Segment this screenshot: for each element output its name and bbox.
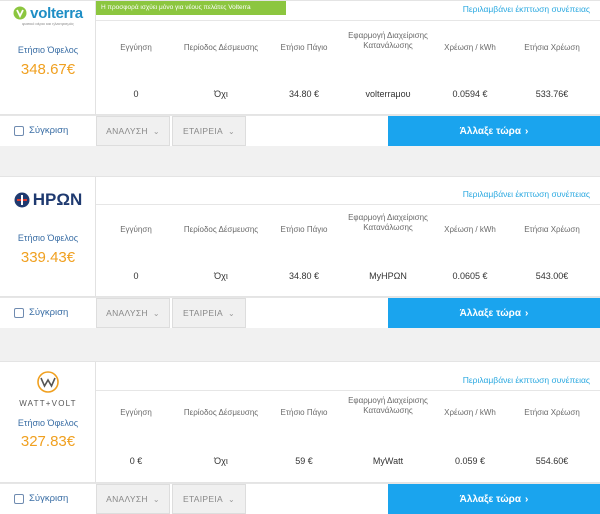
- col-header-fixed-fee: Ετήσιο Πάγιο: [280, 408, 328, 417]
- compare-label: Σύγκριση: [29, 493, 69, 504]
- col-header-commitment: Περίοδος Δέσμευσης: [183, 408, 259, 417]
- col-header-app: Εφαρμογή Διαχείρισης Κατανάλωσης: [348, 213, 428, 232]
- logo-text: WATT+VOLT: [19, 399, 77, 408]
- value-annual-charge: 533.76€: [535, 89, 569, 99]
- value-guarantee: 0 €: [129, 456, 143, 466]
- chevron-down-icon: ⌄: [228, 308, 236, 318]
- switch-now-button[interactable]: Άλλαξε τώρα ›: [388, 298, 600, 328]
- chevron-down-icon: ⌄: [152, 308, 160, 318]
- value-fixed-fee: 34.80 €: [288, 89, 320, 99]
- chevron-down-icon: ⌄: [228, 494, 236, 504]
- logo-text: ΗΡΩΝ: [32, 190, 83, 209]
- discount-note: Περιλαμβάνει έκπτωση συνέπειας: [462, 189, 590, 199]
- value-commitment: Όχι: [214, 271, 228, 281]
- chevron-down-icon: ⌄: [152, 126, 160, 136]
- value-kwh-charge: 0.0594 €: [452, 89, 488, 99]
- arrow-right-icon: ›: [524, 307, 529, 319]
- switch-now-button[interactable]: Άλλαξε τώρα ›: [388, 484, 600, 514]
- value-annual-charge: 543.00€: [535, 271, 569, 281]
- benefit-value: 327.83€: [20, 433, 76, 450]
- offer-details: Περιλαμβάνει έκπτωση συνέπειας Εγγύηση Π…: [96, 362, 600, 484]
- offer-details: Περιλαμβάνει έκπτωση συνέπειας Εγγύηση Π…: [96, 177, 600, 298]
- arrow-right-icon: ›: [524, 125, 529, 137]
- offer-footer: Σύγκριση ΑΝΑΛΥΣΗ ⌄ ΕΤΑΙΡΕΙΑ ⌄ Άλλαξε τώρα ›: [0, 483, 600, 514]
- offer-summary: WATT+VOLT Ετήσιο Όφελος 327.83€: [0, 362, 96, 484]
- compare-label: Σύγκριση: [29, 307, 69, 318]
- col-header-commitment: Περίοδος Δέσμευσης: [183, 43, 259, 52]
- col-header-guarantee: Εγγύηση: [120, 408, 152, 417]
- offer-summary: ΗΡΩΝ Ετήσιο Όφελος 339.43€: [0, 177, 96, 298]
- company-dropdown[interactable]: ΕΤΑΙΡΕΙΑ ⌄: [172, 298, 246, 328]
- heron-mark-icon: [14, 192, 30, 208]
- value-app: volterraμου: [365, 89, 411, 99]
- value-app: MyWatt: [372, 456, 404, 466]
- value-fixed-fee: 59 €: [295, 456, 313, 466]
- col-header-app: Εφαρμογή Διαχείρισης Κατανάλωσης: [348, 396, 428, 415]
- arrow-right-icon: ›: [524, 493, 529, 505]
- offer-footer: Σύγκριση ΑΝΑΛΥΣΗ ⌄ ΕΤΑΙΡΕΙΑ ⌄ Άλλαξε τώρα ›: [0, 115, 600, 146]
- volterra-mark-icon: [13, 6, 27, 20]
- col-header-annual-charge: Ετήσια Χρέωση: [524, 225, 580, 234]
- benefit-value: 348.67€: [20, 61, 76, 78]
- benefit-label: Ετήσιο Όφελος: [17, 233, 79, 243]
- value-app: MyΗΡΩΝ: [369, 271, 407, 281]
- col-header-annual-charge: Ετήσια Χρέωση: [524, 408, 580, 417]
- col-header-fixed-fee: Ετήσιο Πάγιο: [280, 225, 328, 234]
- analysis-dropdown[interactable]: ΑΝΑΛΥΣΗ ⌄: [96, 484, 170, 514]
- chevron-down-icon: ⌄: [228, 126, 236, 136]
- discount-note: Περιλαμβάνει έκπτωση συνέπειας: [462, 4, 590, 14]
- col-header-kwh-charge: Χρέωση / kWh: [444, 225, 496, 234]
- benefit-label: Ετήσιο Όφελος: [17, 418, 79, 428]
- promo-banner: Η προσφορά ισχύει μόνο για νέους πελάτες…: [96, 1, 286, 15]
- benefit-label: Ετήσιο Όφελος: [17, 45, 79, 55]
- value-guarantee: 0: [133, 271, 139, 281]
- discount-note: Περιλαμβάνει έκπτωση συνέπειας: [462, 375, 590, 385]
- col-header-app: Εφαρμογή Διαχείρισης Κατανάλωσης: [348, 31, 428, 50]
- volterra-logo: volterra: [0, 3, 96, 23]
- logo-text: volterra: [30, 4, 83, 22]
- watt-volt-mark-icon: [37, 371, 59, 393]
- switch-now-button[interactable]: Άλλαξε τώρα ›: [388, 116, 600, 146]
- compare-checkbox[interactable]: [14, 493, 24, 504]
- offer-details: Η προσφορά ισχύει μόνο για νέους πελάτες…: [96, 1, 600, 116]
- chevron-down-icon: ⌄: [152, 494, 160, 504]
- value-annual-charge: 554.60€: [535, 456, 569, 466]
- compare-toggle[interactable]: Σύγκριση: [14, 307, 68, 318]
- compare-checkbox[interactable]: [14, 307, 24, 318]
- col-header-kwh-charge: Χρέωση / kWh: [444, 408, 496, 417]
- benefit-value: 339.43€: [20, 249, 76, 266]
- compare-toggle[interactable]: Σύγκριση: [14, 125, 68, 136]
- value-kwh-charge: 0.059 €: [454, 456, 486, 466]
- compare-checkbox[interactable]: [14, 125, 24, 136]
- analysis-dropdown[interactable]: ΑΝΑΛΥΣΗ ⌄: [96, 116, 170, 146]
- col-header-guarantee: Εγγύηση: [120, 225, 152, 234]
- divider: [96, 390, 600, 391]
- company-dropdown[interactable]: ΕΤΑΙΡΕΙΑ ⌄: [172, 484, 246, 514]
- col-header-kwh-charge: Χρέωση / kWh: [444, 43, 496, 52]
- compare-toggle[interactable]: Σύγκριση: [14, 493, 68, 504]
- heron-logo: ΗΡΩΝ: [0, 189, 96, 211]
- value-commitment: Όχι: [214, 456, 228, 466]
- analysis-dropdown[interactable]: ΑΝΑΛΥΣΗ ⌄: [96, 298, 170, 328]
- col-header-fixed-fee: Ετήσιο Πάγιο: [280, 43, 328, 52]
- value-commitment: Όχι: [214, 89, 228, 99]
- compare-label: Σύγκριση: [29, 125, 69, 136]
- offer-card-watt-volt: WATT+VOLT Ετήσιο Όφελος 327.83€ Περιλαμβ…: [0, 361, 600, 484]
- value-guarantee: 0: [133, 89, 139, 99]
- company-dropdown[interactable]: ΕΤΑΙΡΕΙΑ ⌄: [172, 116, 246, 146]
- offer-card-volterra: volterra φυσικό αέριο και ηλεκτρισμός Ετ…: [0, 0, 600, 116]
- offer-card-heron: ΗΡΩΝ Ετήσιο Όφελος 339.43€ Περιλαμβάνει …: [0, 176, 600, 298]
- offer-summary: volterra φυσικό αέριο και ηλεκτρισμός Ετ…: [0, 1, 96, 116]
- divider: [96, 204, 600, 205]
- col-header-annual-charge: Ετήσια Χρέωση: [524, 43, 580, 52]
- divider: [96, 20, 600, 21]
- offer-footer: Σύγκριση ΑΝΑΛΥΣΗ ⌄ ΕΤΑΙΡΕΙΑ ⌄ Άλλαξε τώρα ›: [0, 297, 600, 328]
- value-kwh-charge: 0.0605 €: [452, 271, 488, 281]
- value-fixed-fee: 34.80 €: [288, 271, 320, 281]
- col-header-commitment: Περίοδος Δέσμευσης: [183, 225, 259, 234]
- logo-tagline: φυσικό αέριο και ηλεκτρισμός: [22, 21, 74, 26]
- watt-volt-logo: [0, 370, 96, 394]
- col-header-guarantee: Εγγύηση: [120, 43, 152, 52]
